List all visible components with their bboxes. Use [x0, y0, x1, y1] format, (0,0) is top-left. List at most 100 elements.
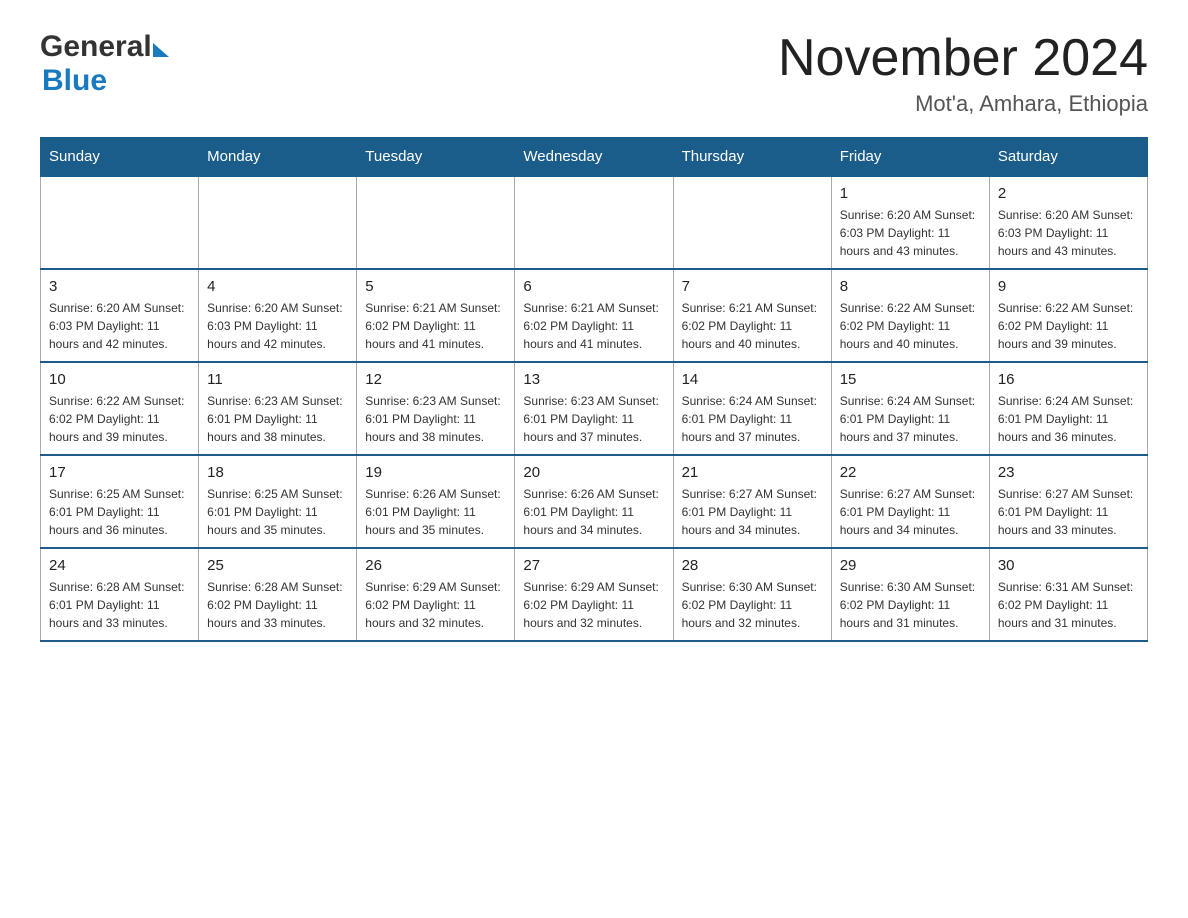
day-info: Sunrise: 6:21 AM Sunset: 6:02 PM Dayligh… — [365, 299, 506, 353]
calendar-cell: 28Sunrise: 6:30 AM Sunset: 6:02 PM Dayli… — [673, 548, 831, 641]
day-number: 26 — [365, 557, 506, 574]
calendar-week-row: 24 Sunrise: 6:28 AM Sunset: 6:01 PM Dayli… — [41, 548, 1148, 641]
day-info: Sunrise: 6:26 AM Sunset: 6:01 PM Dayligh… — [523, 485, 664, 539]
day-number: 1 — [840, 185, 981, 202]
day-info: Sunrise: 6:21 AM Sunset: 6:02 PM Dayligh… — [523, 299, 664, 353]
day-number: 30 — [998, 557, 1139, 574]
day-number: 27 — [523, 557, 664, 574]
day-info: Sunrise: 6:28 AM Sunset: 6:01 PM Dayligh… — [49, 578, 190, 632]
day-info: Sunrise: 6:23 AM Sunset: 6:01 PM Dayligh… — [207, 392, 348, 446]
day-info: Sunrise: 6:29 AM Sunset: 6:02 PM Dayligh… — [365, 578, 506, 632]
calendar-cell: 1 Sunrise: 6:20 AM Sunset: 6:03 PM Daylig… — [831, 176, 989, 269]
calendar-cell: 2 Sunrise: 6:20 AM Sunset: 6:03 PM Daylig… — [989, 176, 1147, 269]
day-number: 16 — [998, 371, 1139, 388]
title-area: November 2024 Mot'a, Amhara, Ethiopia — [778, 30, 1148, 117]
calendar-cell — [515, 176, 673, 269]
calendar-cell: 15 Sunrise: 6:24 AM Sunset: 6:01 PM Dayli… — [831, 362, 989, 455]
logo: General Blue — [40, 30, 169, 98]
calendar-cell: 10 Sunrise: 6:22 AM Sunset: 6:02 PM Dayli… — [41, 362, 199, 455]
day-number: 20 — [523, 464, 664, 481]
day-info: Sunrise: 6:24 AM Sunset: 6:01 PM Dayligh… — [840, 392, 981, 446]
calendar-cell: 18 Sunrise: 6:25 AM Sunset: 6:01 PM Dayli… — [199, 455, 357, 548]
calendar-cell: 21 Sunrise: 6:27 AM Sunset: 6:01 PM Dayli… — [673, 455, 831, 548]
day-info: Sunrise: 6:23 AM Sunset: 6:01 PM Dayligh… — [523, 392, 664, 446]
calendar-cell: 12 Sunrise: 6:23 AM Sunset: 6:01 PM Dayli… — [357, 362, 515, 455]
calendar-week-row: 10 Sunrise: 6:22 AM Sunset: 6:02 PM Dayli… — [41, 362, 1148, 455]
calendar-header-saturday: Saturday — [989, 138, 1147, 177]
calendar-cell: 25Sunrise: 6:28 AM Sunset: 6:02 PM Dayli… — [199, 548, 357, 641]
logo-blue-text: Blue — [42, 64, 107, 98]
calendar-cell: 11 Sunrise: 6:23 AM Sunset: 6:01 PM Dayli… — [199, 362, 357, 455]
day-number: 24 — [49, 557, 190, 574]
day-number: 5 — [365, 278, 506, 295]
calendar-cell: 14Sunrise: 6:24 AM Sunset: 6:01 PM Dayli… — [673, 362, 831, 455]
calendar-cell: 27Sunrise: 6:29 AM Sunset: 6:02 PM Dayli… — [515, 548, 673, 641]
day-info: Sunrise: 6:25 AM Sunset: 6:01 PM Dayligh… — [49, 485, 190, 539]
day-number: 11 — [207, 371, 348, 388]
day-info: Sunrise: 6:20 AM Sunset: 6:03 PM Dayligh… — [840, 206, 981, 260]
logo-general-text: General — [40, 30, 152, 64]
calendar-header-row: SundayMondayTuesdayWednesdayThursdayFrid… — [41, 138, 1148, 177]
calendar-cell: 9Sunrise: 6:22 AM Sunset: 6:02 PM Daylig… — [989, 269, 1147, 362]
calendar-cell: 5 Sunrise: 6:21 AM Sunset: 6:02 PM Daylig… — [357, 269, 515, 362]
calendar-cell: 26 Sunrise: 6:29 AM Sunset: 6:02 PM Dayli… — [357, 548, 515, 641]
day-info: Sunrise: 6:20 AM Sunset: 6:03 PM Dayligh… — [998, 206, 1139, 260]
calendar-cell — [41, 176, 199, 269]
calendar-cell: 17 Sunrise: 6:25 AM Sunset: 6:01 PM Dayli… — [41, 455, 199, 548]
day-number: 4 — [207, 278, 348, 295]
day-info: Sunrise: 6:26 AM Sunset: 6:01 PM Dayligh… — [365, 485, 506, 539]
day-number: 22 — [840, 464, 981, 481]
day-number: 6 — [523, 278, 664, 295]
day-info: Sunrise: 6:24 AM Sunset: 6:01 PM Dayligh… — [998, 392, 1139, 446]
day-info: Sunrise: 6:31 AM Sunset: 6:02 PM Dayligh… — [998, 578, 1139, 632]
calendar-cell: 20 Sunrise: 6:26 AM Sunset: 6:01 PM Dayli… — [515, 455, 673, 548]
day-info: Sunrise: 6:20 AM Sunset: 6:03 PM Dayligh… — [49, 299, 190, 353]
calendar-cell — [199, 176, 357, 269]
calendar-cell: 30 Sunrise: 6:31 AM Sunset: 6:02 PM Dayli… — [989, 548, 1147, 641]
day-number: 18 — [207, 464, 348, 481]
calendar-cell: 4 Sunrise: 6:20 AM Sunset: 6:03 PM Daylig… — [199, 269, 357, 362]
calendar-cell: 6 Sunrise: 6:21 AM Sunset: 6:02 PM Daylig… — [515, 269, 673, 362]
logo-triangle-icon — [153, 43, 169, 57]
calendar-header-sunday: Sunday — [41, 138, 199, 177]
day-number: 28 — [682, 557, 823, 574]
day-number: 2 — [998, 185, 1139, 202]
day-number: 29 — [840, 557, 981, 574]
day-info: Sunrise: 6:21 AM Sunset: 6:02 PM Dayligh… — [682, 299, 823, 353]
day-number: 10 — [49, 371, 190, 388]
calendar-cell: 24 Sunrise: 6:28 AM Sunset: 6:01 PM Dayli… — [41, 548, 199, 641]
calendar-cell: 19 Sunrise: 6:26 AM Sunset: 6:01 PM Dayli… — [357, 455, 515, 548]
day-number: 9 — [998, 278, 1139, 295]
calendar-cell: 16 Sunrise: 6:24 AM Sunset: 6:01 PM Dayli… — [989, 362, 1147, 455]
day-number: 8 — [840, 278, 981, 295]
day-info: Sunrise: 6:23 AM Sunset: 6:01 PM Dayligh… — [365, 392, 506, 446]
calendar-cell: 3Sunrise: 6:20 AM Sunset: 6:03 PM Daylig… — [41, 269, 199, 362]
day-info: Sunrise: 6:24 AM Sunset: 6:01 PM Dayligh… — [682, 392, 823, 446]
calendar-header-tuesday: Tuesday — [357, 138, 515, 177]
day-info: Sunrise: 6:25 AM Sunset: 6:01 PM Dayligh… — [207, 485, 348, 539]
main-title: November 2024 — [778, 30, 1148, 87]
calendar-week-row: 3Sunrise: 6:20 AM Sunset: 6:03 PM Daylig… — [41, 269, 1148, 362]
day-number: 17 — [49, 464, 190, 481]
day-number: 12 — [365, 371, 506, 388]
day-number: 19 — [365, 464, 506, 481]
day-info: Sunrise: 6:28 AM Sunset: 6:02 PM Dayligh… — [207, 578, 348, 632]
day-number: 7 — [682, 278, 823, 295]
calendar-cell: 8 Sunrise: 6:22 AM Sunset: 6:02 PM Daylig… — [831, 269, 989, 362]
day-info: Sunrise: 6:22 AM Sunset: 6:02 PM Dayligh… — [49, 392, 190, 446]
day-number: 21 — [682, 464, 823, 481]
header: General Blue November 2024 Mot'a, Amhara… — [40, 30, 1148, 117]
day-number: 15 — [840, 371, 981, 388]
day-info: Sunrise: 6:27 AM Sunset: 6:01 PM Dayligh… — [998, 485, 1139, 539]
day-info: Sunrise: 6:20 AM Sunset: 6:03 PM Dayligh… — [207, 299, 348, 353]
day-number: 23 — [998, 464, 1139, 481]
sub-title: Mot'a, Amhara, Ethiopia — [778, 91, 1148, 117]
day-info: Sunrise: 6:22 AM Sunset: 6:02 PM Dayligh… — [840, 299, 981, 353]
day-info: Sunrise: 6:27 AM Sunset: 6:01 PM Dayligh… — [682, 485, 823, 539]
calendar-cell — [673, 176, 831, 269]
day-number: 13 — [523, 371, 664, 388]
calendar-cell: 13 Sunrise: 6:23 AM Sunset: 6:01 PM Dayli… — [515, 362, 673, 455]
calendar-cell — [357, 176, 515, 269]
calendar-week-row: 1 Sunrise: 6:20 AM Sunset: 6:03 PM Daylig… — [41, 176, 1148, 269]
calendar-header-monday: Monday — [199, 138, 357, 177]
